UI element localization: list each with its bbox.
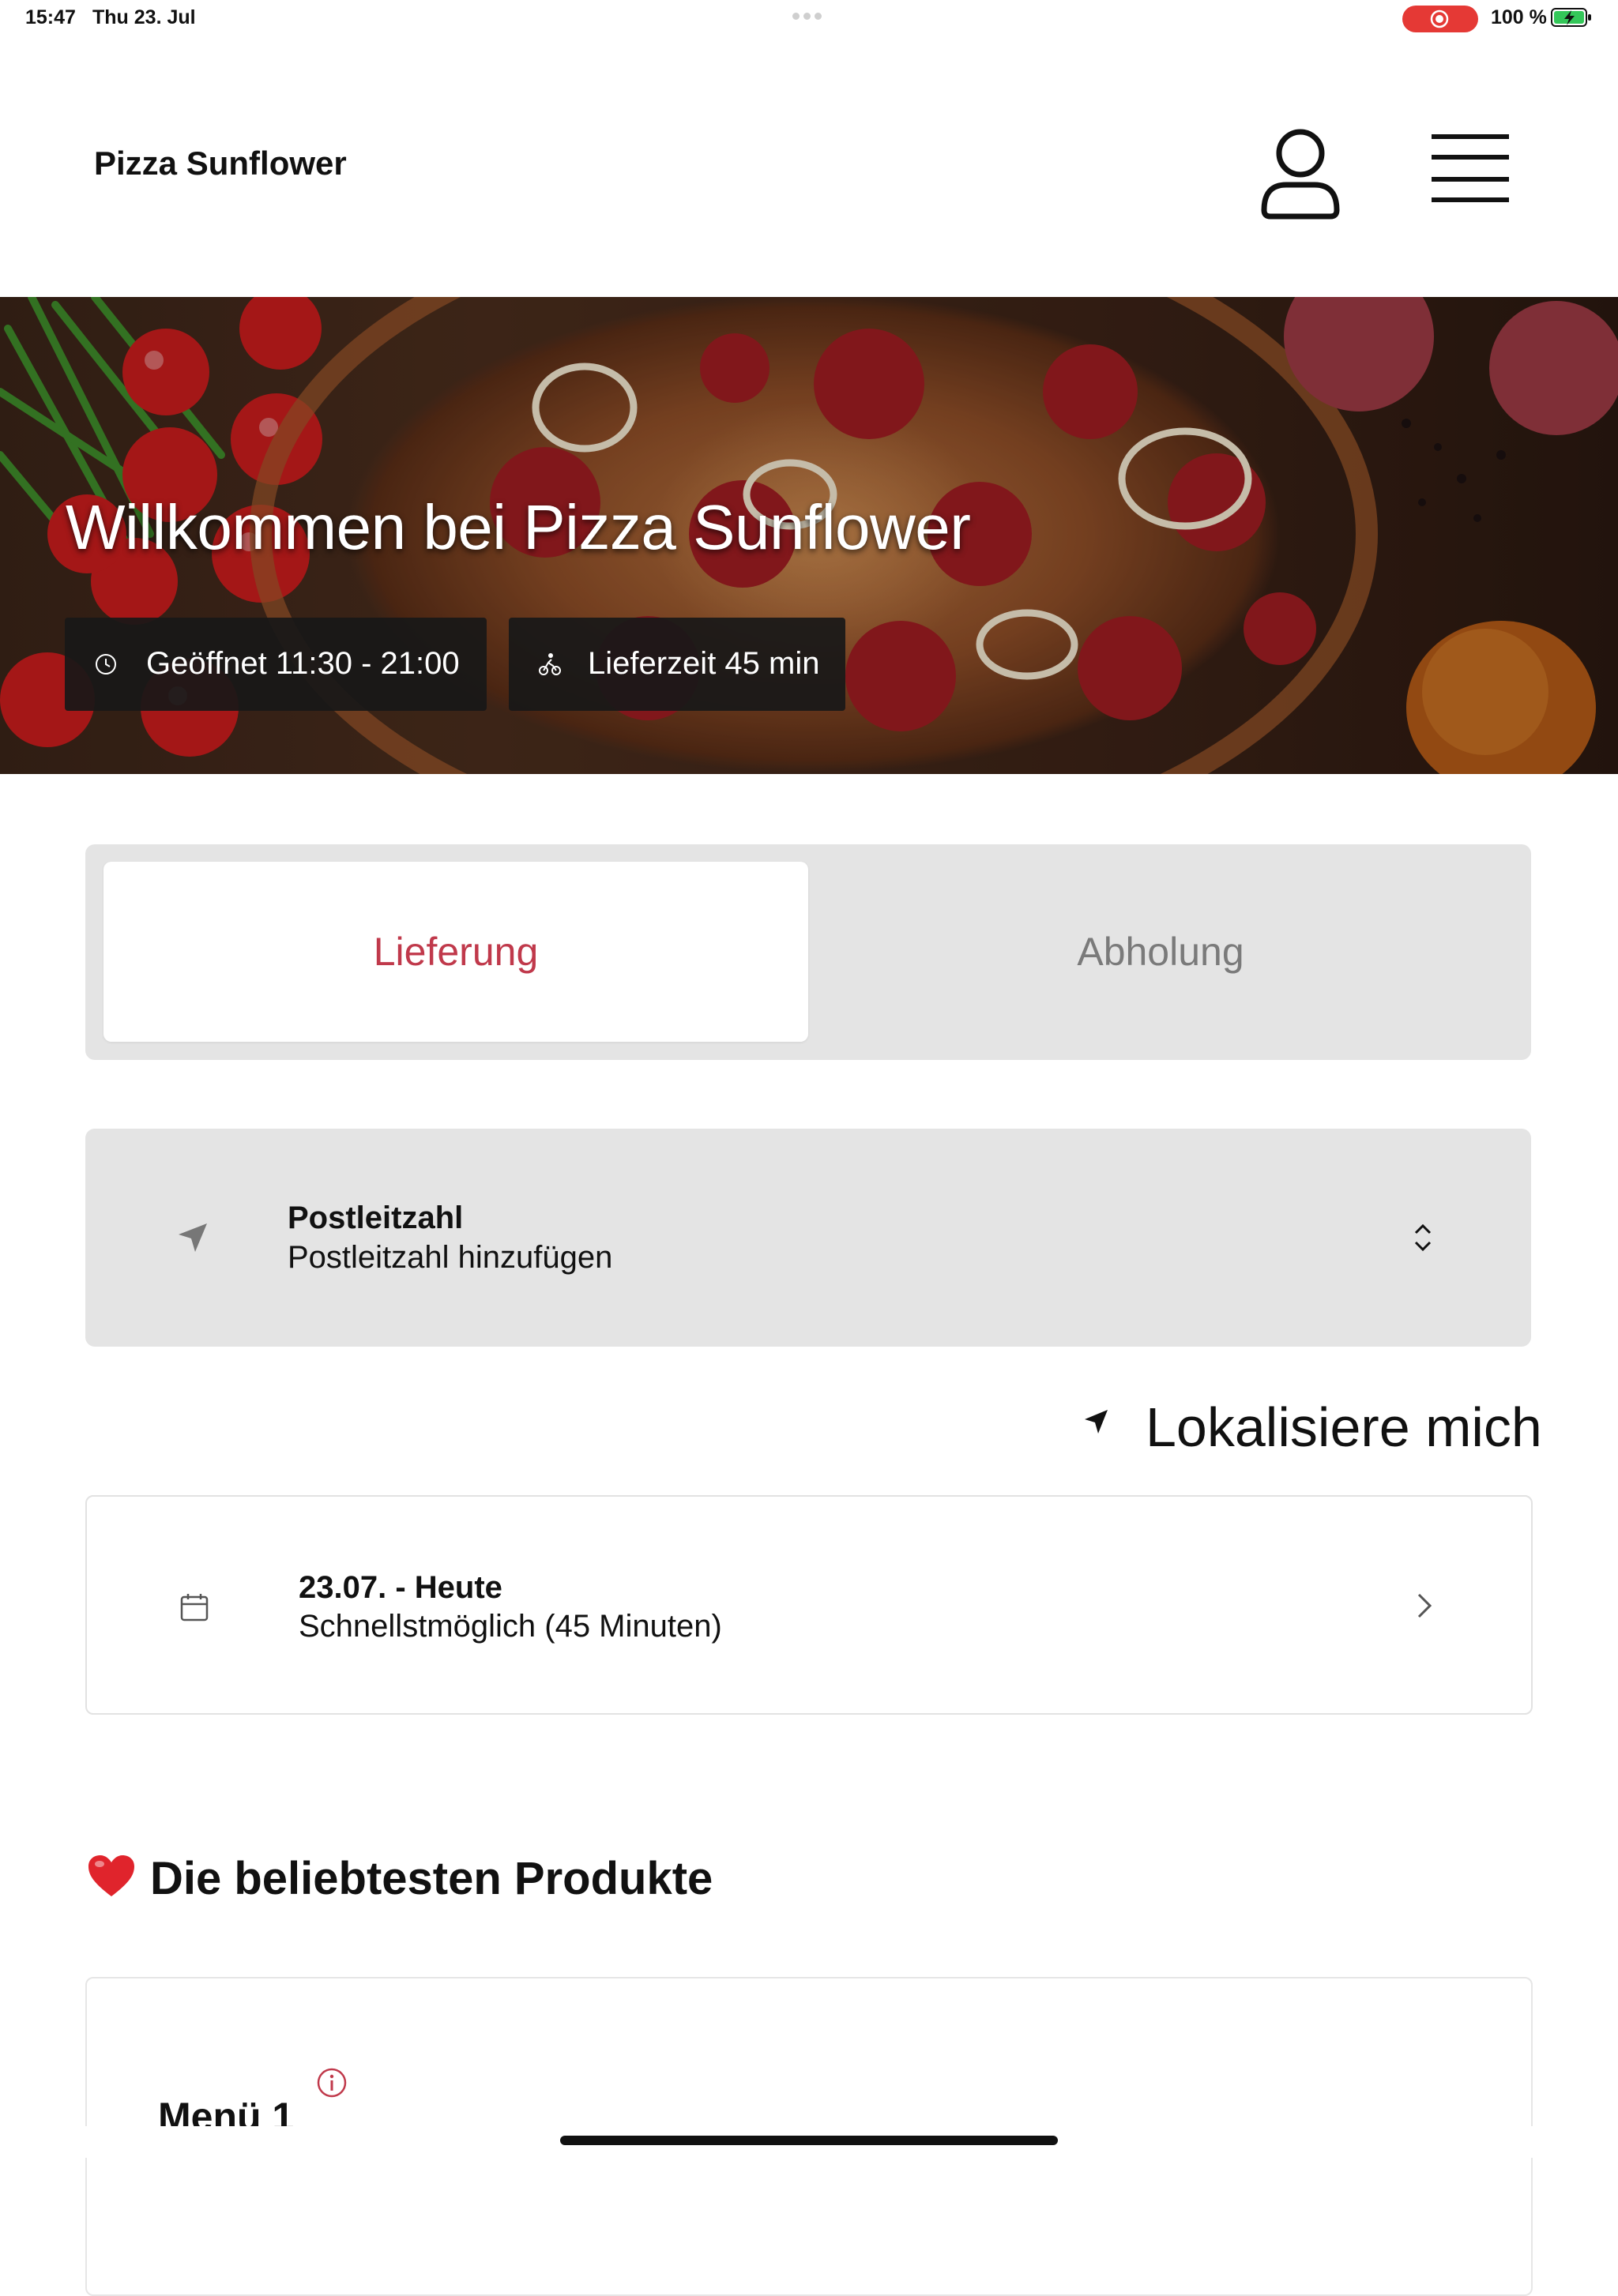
battery-percent: 100 % bbox=[1491, 6, 1547, 28]
chevron-up-down-icon bbox=[1414, 1223, 1432, 1252]
location-arrow-icon bbox=[1085, 1410, 1108, 1434]
postcode-value: Postleitzahl hinzufügen bbox=[288, 1240, 613, 1275]
status-bar: 15:47 Thu 23. Jul 100 % bbox=[0, 0, 1618, 38]
locate-me-button[interactable]: Lokalisiere mich bbox=[1082, 1390, 1542, 1458]
person-icon[interactable] bbox=[1259, 125, 1341, 221]
location-arrow-icon bbox=[179, 1223, 207, 1252]
status-date: Thu 23. Jul bbox=[92, 6, 196, 28]
delivery-time-selector[interactable]: 23.07. - Heute Schnellstmöglich (45 Minu… bbox=[85, 1495, 1533, 1715]
home-indicator[interactable] bbox=[560, 2136, 1058, 2145]
screen-recording-icon[interactable] bbox=[1402, 6, 1478, 32]
calendar-icon bbox=[180, 1594, 209, 1621]
hero-banner: Willkommen bei Pizza Sunflower Geöffnet … bbox=[0, 297, 1618, 774]
clock-icon bbox=[96, 654, 116, 675]
order-mode-toggle: Lieferung Abholung bbox=[85, 844, 1531, 1060]
hero-title: Willkommen bei Pizza Sunflower bbox=[66, 492, 971, 562]
brand-name[interactable]: Pizza Sunflower bbox=[94, 145, 347, 182]
tab-delivery[interactable]: Lieferung bbox=[103, 862, 808, 1042]
postcode-selector[interactable]: Postleitzahl Postleitzahl hinzufügen bbox=[85, 1129, 1531, 1347]
delivery-time-text: Lieferzeit 45 min bbox=[588, 646, 820, 681]
status-time: 15:47 bbox=[25, 6, 76, 28]
locate-me-label: Lokalisiere mich bbox=[1146, 1396, 1542, 1458]
battery-charging-icon bbox=[1551, 8, 1591, 27]
multitasking-dots-icon[interactable] bbox=[792, 9, 826, 20]
hamburger-menu-icon[interactable] bbox=[1428, 131, 1512, 207]
delivery-time-value: Schnellstmöglich (45 Minuten) bbox=[299, 1609, 722, 1644]
app-header: Pizza Sunflower bbox=[0, 38, 1618, 297]
opening-hours-text: Geöffnet 11:30 - 21:00 bbox=[146, 646, 460, 681]
delivery-date-label: 23.07. - Heute bbox=[299, 1570, 502, 1605]
popular-products-title: Die beliebtesten Produkte bbox=[150, 1853, 713, 1904]
tab-pickup[interactable]: Abholung bbox=[808, 862, 1513, 1042]
postcode-label: Postleitzahl bbox=[288, 1201, 464, 1235]
courier-bike-icon bbox=[539, 653, 561, 675]
delivery-time-chip: Lieferzeit 45 min bbox=[509, 618, 845, 711]
chevron-right-icon bbox=[1417, 1593, 1432, 1618]
opening-hours-chip: Geöffnet 11:30 - 21:00 bbox=[65, 618, 487, 711]
info-icon[interactable] bbox=[316, 2067, 348, 2099]
heart-icon bbox=[88, 1855, 134, 1896]
